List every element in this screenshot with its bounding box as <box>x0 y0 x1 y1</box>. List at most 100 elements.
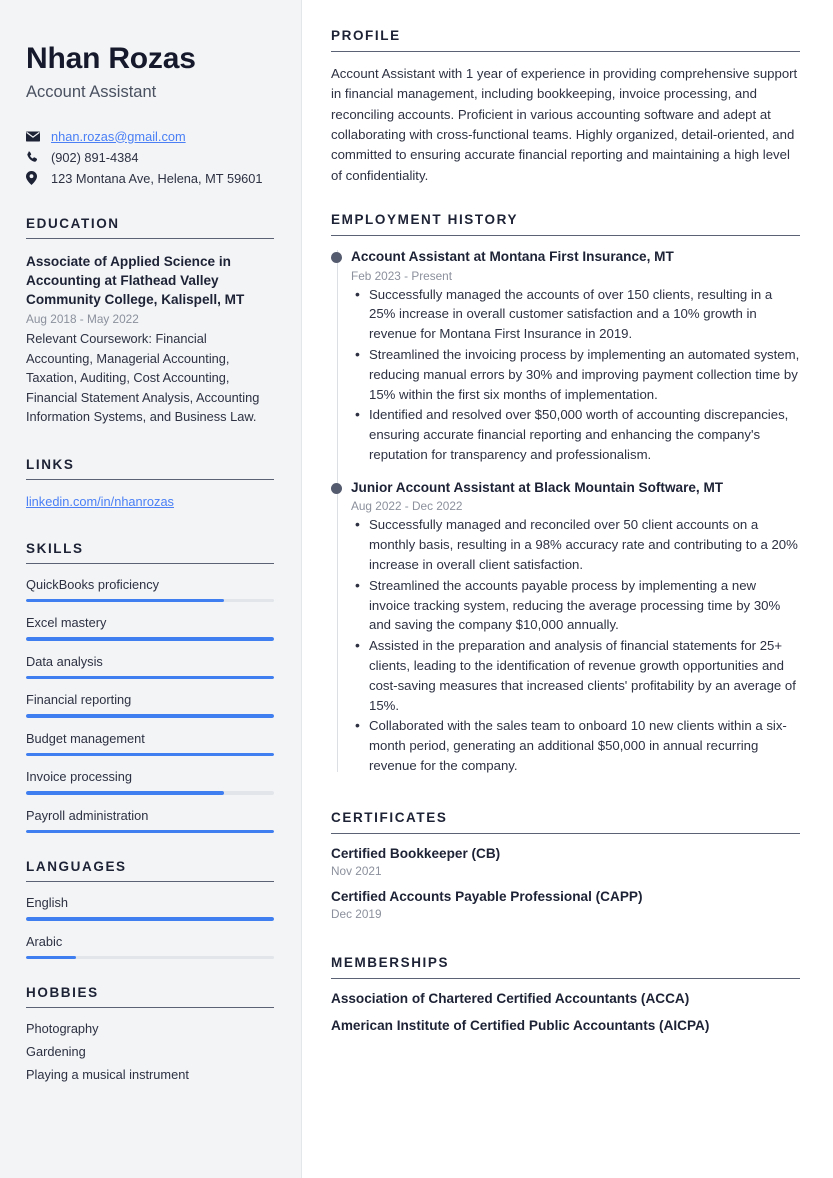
links-section: LINKS linkedin.com/in/nhanrozas <box>26 457 274 511</box>
hobbies-heading: HOBBIES <box>26 985 274 1009</box>
job-entry: Account Assistant at Montana First Insur… <box>331 248 800 465</box>
main-column: PROFILE Account Assistant with 1 year of… <box>302 0 833 1178</box>
location-pin-icon <box>26 171 44 185</box>
address-text: 123 Montana Ave, Helena, MT 59601 <box>51 170 263 186</box>
hobby-item: Photography <box>26 1021 99 1037</box>
skill-bar-fill <box>26 752 274 757</box>
contact-email: nhan.rozas@gmail.com <box>26 129 274 144</box>
profile-text: Account Assistant with 1 year of experie… <box>331 66 798 183</box>
skills-heading: SKILLS <box>26 541 274 564</box>
phone-text: (902) 891-4384 <box>51 149 139 165</box>
education-heading: EDUCATION <box>26 216 274 239</box>
timeline-dot-icon <box>331 251 342 263</box>
education-degree: Associate of Applied Science in Accounti… <box>26 253 245 308</box>
skill-label: Excel mastery <box>26 615 107 631</box>
job-bullet: Streamlined the accounts payable process… <box>351 575 800 635</box>
job-bullet-list: Successfully managed and reconciled over… <box>351 514 800 775</box>
skill-label: Financial reporting <box>26 692 132 708</box>
skill-bar-fill <box>26 675 274 680</box>
job-bullet: Successfully managed the accounts of ove… <box>351 284 800 344</box>
certificate-date: Nov 2021 <box>331 863 382 878</box>
skill-bar-track <box>26 829 274 834</box>
profile-heading: PROFILE <box>331 28 800 52</box>
skill-bar-track <box>26 675 274 680</box>
skill-item: QuickBooks proficiency <box>26 577 274 603</box>
contact-list: nhan.rozas@gmail.com (902) 891-4384 123 … <box>26 129 274 186</box>
email-link[interactable]: nhan.rozas@gmail.com <box>51 129 186 144</box>
links-heading: LINKS <box>26 457 274 480</box>
skill-item: Data analysis <box>26 654 274 680</box>
language-item: Arabic <box>26 934 274 960</box>
employment-section: EMPLOYMENT HISTORY Account Assistant at … <box>331 212 800 776</box>
skill-bar-track <box>26 752 274 757</box>
education-section: EDUCATION Associate of Applied Science i… <box>26 216 274 427</box>
job-title: Junior Account Assistant at Black Mounta… <box>351 479 724 495</box>
skill-item: Budget management <box>26 731 274 757</box>
contact-phone: (902) 891-4384 <box>26 150 274 165</box>
skill-label: Payroll administration <box>26 807 149 823</box>
certificate-date: Dec 2019 <box>331 906 382 921</box>
job-bullet: Identified and resolved over $50,000 wor… <box>351 404 800 464</box>
profile-section: PROFILE Account Assistant with 1 year of… <box>331 28 800 186</box>
employment-heading: EMPLOYMENT HISTORY <box>331 212 800 236</box>
skill-item: Invoice processing <box>26 769 274 795</box>
hobby-item: Gardening <box>26 1044 86 1060</box>
skill-bar-track <box>26 714 274 718</box>
language-bar-fill <box>26 917 274 921</box>
skill-bar-fill <box>26 637 274 641</box>
skill-label: Budget management <box>26 730 145 746</box>
skill-item: Financial reporting <box>26 692 274 718</box>
job-bullet: Streamlined the invoicing process by imp… <box>351 344 800 404</box>
skill-label: Data analysis <box>26 653 103 669</box>
header-job-title: Account Assistant <box>26 82 157 101</box>
language-label: Arabic <box>26 933 63 949</box>
job-bullet: Collaborated with the sales team to onbo… <box>351 715 800 775</box>
hobbies-section: HOBBIES Photography Gardening Playing a … <box>26 985 274 1082</box>
skill-label: QuickBooks proficiency <box>26 576 159 592</box>
job-date: Feb 2023 - Present <box>351 268 452 283</box>
resume-document: Nhan Rozas Account Assistant nhan.rozas@… <box>0 0 833 1178</box>
certificate-title: Certified Bookkeeper (CB) <box>331 845 501 861</box>
languages-section: LANGUAGES English Arabic <box>26 859 274 960</box>
skill-bar-fill <box>26 791 225 795</box>
linkedin-link[interactable]: linkedin.com/in/nhanrozas <box>26 494 174 509</box>
certificates-section: CERTIFICATES Certified Bookkeeper (CB) N… <box>331 810 800 921</box>
skill-bar-track <box>26 637 274 641</box>
certificates-heading: CERTIFICATES <box>331 810 800 834</box>
contact-address: 123 Montana Ave, Helena, MT 59601 <box>26 171 274 186</box>
sidebar: Nhan Rozas Account Assistant nhan.rozas@… <box>0 0 302 1178</box>
timeline-dot-icon <box>331 482 342 494</box>
language-item: English <box>26 895 274 921</box>
memberships-section: MEMBERSHIPS Association of Chartered Cer… <box>331 955 800 1033</box>
certificate-item: Certified Bookkeeper (CB) Nov 2021 <box>331 846 800 878</box>
employment-timeline: Account Assistant at Montana First Insur… <box>331 248 800 776</box>
memberships-heading: MEMBERSHIPS <box>331 955 800 979</box>
phone-icon <box>26 150 44 164</box>
certificate-title: Certified Accounts Payable Professional … <box>331 888 643 904</box>
skill-item: Payroll administration <box>26 808 274 834</box>
skill-item: Excel mastery <box>26 615 274 641</box>
envelope-icon <box>26 131 44 142</box>
skill-label: Invoice processing <box>26 769 132 785</box>
language-bar-track <box>26 917 274 921</box>
job-bullet: Successfully managed and reconciled over… <box>351 514 800 574</box>
job-title: Account Assistant at Montana First Insur… <box>351 248 674 264</box>
membership-item: American Institute of Certified Public A… <box>331 1017 710 1033</box>
education-description: Relevant Coursework: Financial Accountin… <box>26 331 260 425</box>
skills-section: SKILLS QuickBooks proficiency Excel mast… <box>26 541 274 834</box>
job-bullet-list: Successfully managed the accounts of ove… <box>351 284 800 465</box>
job-bullet: Assisted in the preparation and analysis… <box>351 635 800 715</box>
language-bar-fill <box>26 955 76 960</box>
skill-bar-fill <box>26 829 274 834</box>
languages-heading: LANGUAGES <box>26 859 274 883</box>
page-title: Nhan Rozas <box>26 42 196 75</box>
job-date: Aug 2022 - Dec 2022 <box>351 499 463 514</box>
skill-bar-track <box>26 598 274 603</box>
hobby-item: Playing a musical instrument <box>26 1067 189 1083</box>
language-label: English <box>26 895 68 911</box>
skill-bar-track <box>26 791 274 795</box>
education-date: Aug 2018 - May 2022 <box>26 312 139 327</box>
membership-item: Association of Chartered Certified Accou… <box>331 990 690 1006</box>
certificate-item: Certified Accounts Payable Professional … <box>331 889 800 921</box>
language-bar-track <box>26 955 274 960</box>
